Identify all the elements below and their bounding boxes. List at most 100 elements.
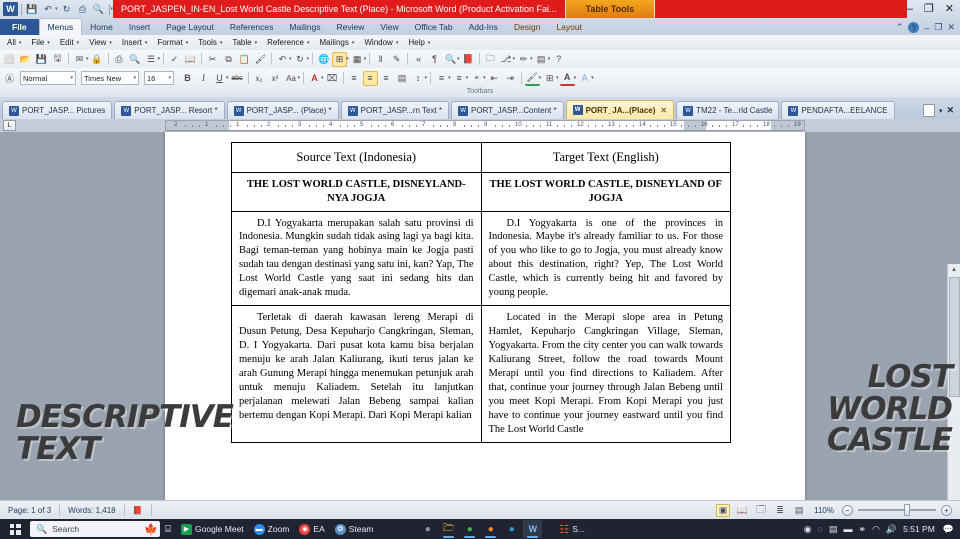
multilevel-list-button[interactable]: ≡ bbox=[469, 71, 484, 86]
vertical-scrollbar[interactable]: ▲ ▲ ● ▼ bbox=[947, 264, 960, 539]
menu-insert[interactable]: Insert ▾ bbox=[117, 38, 153, 47]
text-effects-button[interactable]: A bbox=[577, 71, 592, 86]
document-tab-controls[interactable]: ▾ ✕ bbox=[922, 104, 960, 119]
close-all-tabs-icon[interactable]: ✕ bbox=[946, 105, 954, 116]
window-dropdown-icon[interactable]: ▾ bbox=[548, 56, 551, 62]
tab-review[interactable]: Review bbox=[329, 19, 373, 35]
numbering-button[interactable]: ≡ bbox=[434, 71, 449, 86]
task-view-icon[interactable]: ⌸ bbox=[160, 519, 176, 539]
zoom-dropdown-icon[interactable]: ▾ bbox=[457, 56, 460, 62]
tab-stop-selector-icon[interactable]: L bbox=[3, 120, 16, 131]
clear-formatting-button[interactable]: ⌧ bbox=[325, 71, 340, 86]
close-tab-icon[interactable]: ✕ bbox=[658, 106, 667, 115]
email-icon[interactable]: ✉ bbox=[72, 52, 87, 67]
word-count[interactable]: Words: 1,418 bbox=[60, 506, 123, 515]
redo-icon[interactable]: ↻ bbox=[293, 52, 308, 67]
justify-button[interactable]: ▤ bbox=[395, 71, 410, 86]
menu-help[interactable]: Help ▾ bbox=[403, 38, 435, 47]
bullets-dropdown-icon[interactable]: ▾ bbox=[466, 75, 469, 81]
print-icon[interactable]: ⎙ bbox=[76, 2, 90, 16]
save-icon[interactable]: 💾 bbox=[34, 52, 49, 67]
font-size-select[interactable]: 16 ▾ bbox=[144, 71, 174, 85]
tab-home[interactable]: Home bbox=[82, 19, 121, 35]
zoom-icon[interactable]: 🔍 bbox=[443, 52, 458, 67]
align-center-button[interactable]: ≡ bbox=[362, 70, 378, 86]
undo-icon[interactable]: ↶ bbox=[275, 52, 290, 67]
paste-icon[interactable]: 📋 bbox=[237, 52, 252, 67]
compare-dropdown-icon[interactable]: ▾ bbox=[513, 56, 516, 62]
cell-target-paragraph-1[interactable]: D.I Yogyakarta is one of the provinces i… bbox=[480, 210, 731, 307]
borders-button[interactable]: ⊞ bbox=[542, 71, 557, 86]
font-color-button[interactable]: A bbox=[559, 71, 575, 86]
hyperlink-icon[interactable]: 🌐 bbox=[316, 52, 331, 67]
show-formatting-icon[interactable]: ¶ bbox=[427, 52, 442, 67]
undo-dropdown-icon[interactable]: ▾ bbox=[289, 56, 292, 62]
page-setup-icon[interactable]: ☰ bbox=[144, 52, 159, 67]
format-painter-icon[interactable]: 🖌 bbox=[253, 52, 268, 67]
ribbon-tab-strip[interactable]: File Menus Home Insert Page Layout Refer… bbox=[0, 18, 960, 35]
window-icon[interactable]: ▤ bbox=[534, 52, 549, 67]
document-tab-2[interactable]: W PORT_JASP... (Place) * bbox=[226, 101, 339, 119]
cell-source-paragraph-1[interactable]: D.I Yogyakarta merupakan salah satu prov… bbox=[231, 210, 482, 307]
borders-dropdown-icon[interactable]: ▾ bbox=[556, 75, 559, 81]
horizontal-ruler[interactable]: 2 1 1 2 3 4 5 6 7 8 9 10 11 12 13 14 15 16 17 18 19 bbox=[165, 120, 805, 131]
draft-view-icon[interactable]: ▤ bbox=[792, 504, 806, 517]
status-bar-right[interactable]: ▣ 📖 🗔 ≣ ▤ 110% − + bbox=[716, 503, 960, 517]
superscript-button[interactable]: x² bbox=[268, 71, 283, 86]
undo-dropdown-icon[interactable]: ▾ bbox=[55, 6, 58, 12]
minimize-button[interactable]: – bbox=[907, 3, 913, 15]
tray-camera-icon[interactable]: ◌ bbox=[818, 524, 823, 534]
shading-button[interactable]: 🖌 bbox=[524, 71, 540, 86]
document-tab-7[interactable]: W PENDAFTA...EELANCE bbox=[781, 101, 895, 119]
zoom-out-button[interactable]: − bbox=[842, 504, 853, 516]
quick-access-toolbar[interactable]: W 💾 ↶ ▾ ↻ ⎙ 🔍 ▾ bbox=[0, 0, 113, 18]
insert-excel-table-dropdown-icon[interactable]: ▾ bbox=[364, 56, 367, 62]
tray-battery-icon[interactable]: ▬ bbox=[844, 524, 853, 534]
taskbar-pinned-apps[interactable]: ● 🗁 ● ● ● W bbox=[418, 520, 543, 538]
numbering-dropdown-icon[interactable]: ▾ bbox=[448, 75, 451, 81]
align-right-button[interactable]: ≡ bbox=[379, 71, 394, 86]
line-spacing-dropdown-icon[interactable]: ▾ bbox=[425, 75, 428, 81]
close-button[interactable]: ✕ bbox=[945, 3, 954, 15]
notification-center-icon[interactable]: 💬 bbox=[943, 524, 954, 535]
menu-file[interactable]: File ▾ bbox=[26, 38, 54, 47]
columns-icon[interactable]: ‖ bbox=[373, 52, 388, 67]
file-explorer-icon[interactable]: 🗁 bbox=[439, 520, 458, 538]
full-screen-reading-view-icon[interactable]: 📖 bbox=[735, 504, 749, 517]
change-case-button[interactable]: Aa bbox=[284, 71, 299, 86]
tab-view[interactable]: View bbox=[372, 19, 406, 35]
bold-button[interactable]: B bbox=[180, 71, 195, 86]
tab-mailings[interactable]: Mailings bbox=[281, 19, 328, 35]
opera-icon[interactable]: ● bbox=[418, 520, 437, 538]
text-highlight-button[interactable]: A bbox=[307, 71, 322, 86]
cell-source-paragraph-2[interactable]: Terletak di daerah kawasan lereng Merapi… bbox=[231, 305, 482, 443]
tab-layout[interactable]: Layout bbox=[548, 19, 590, 35]
taskbar-app-steam[interactable]: ❂ Steam bbox=[330, 519, 379, 539]
print-preview-icon[interactable]: 🔍 bbox=[92, 2, 106, 16]
insert-table-dropdown-icon[interactable]: ▾ bbox=[346, 56, 349, 62]
edge-icon[interactable]: ● bbox=[502, 520, 521, 538]
menu-reference[interactable]: Reference ▾ bbox=[262, 38, 314, 47]
classic-menu-bar[interactable]: All ▾ File ▾ Edit ▾ View ▾ Insert ▾ Format ▾ T… bbox=[0, 35, 960, 50]
proofing-status-icon[interactable]: 📕 bbox=[125, 506, 151, 515]
restore-window-icon[interactable]: ❐ bbox=[934, 22, 942, 33]
help-icon[interactable]: ? bbox=[551, 52, 566, 67]
taskbar-clock[interactable]: 5:51 PM bbox=[903, 524, 937, 534]
subscript-button[interactable]: x₂ bbox=[252, 71, 267, 86]
zoom-slider[interactable] bbox=[858, 504, 936, 516]
menu-table[interactable]: Table ▾ bbox=[227, 38, 262, 47]
print-preview-icon[interactable]: 🔍 bbox=[128, 52, 143, 67]
underline-button[interactable]: U bbox=[212, 71, 227, 86]
page-indicator[interactable]: Page: 1 of 3 bbox=[0, 506, 59, 515]
align-left-button[interactable]: ≡ bbox=[347, 71, 362, 86]
text-effects-dropdown-icon[interactable]: ▾ bbox=[591, 75, 594, 81]
redo-dropdown-icon[interactable]: ▾ bbox=[307, 56, 310, 62]
taskbar-app-zoom[interactable]: ▬ Zoom bbox=[249, 519, 295, 539]
word-icon[interactable]: W bbox=[523, 520, 543, 538]
restore-button[interactable]: ❐ bbox=[924, 3, 934, 15]
print-layout-view-icon[interactable]: ▣ bbox=[716, 503, 731, 517]
firefox-icon[interactable]: ● bbox=[481, 520, 500, 538]
tab-design[interactable]: Design bbox=[506, 19, 548, 35]
document-tab-5[interactable]: W PORT_JA...(Place) ✕ bbox=[565, 100, 675, 119]
system-tray[interactable]: ◉ ◌ ▤ ▬ ⚭ ◠ 🔊 5:51 PM 💬 bbox=[804, 524, 960, 535]
